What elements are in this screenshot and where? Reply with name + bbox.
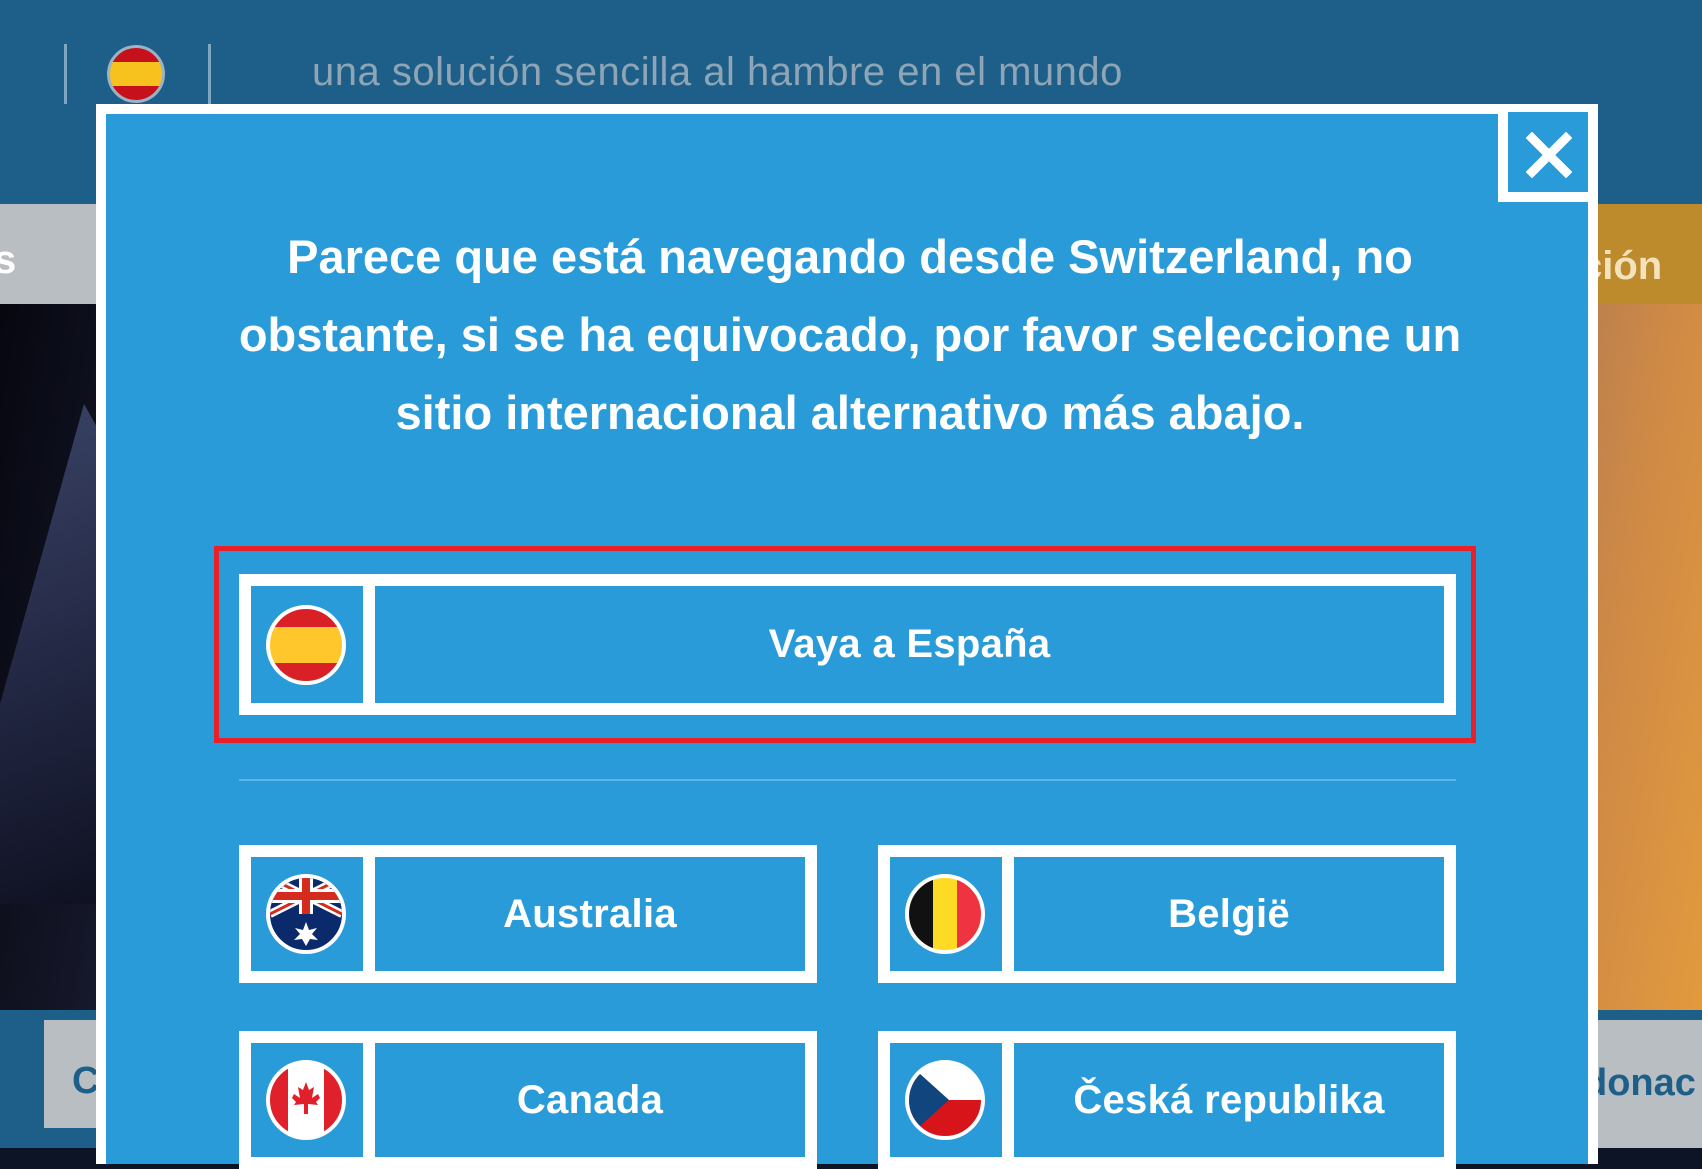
nav-item-partial[interactable]: s bbox=[0, 238, 16, 283]
site-tagline: una solución sencilla al hambre en el mu… bbox=[312, 50, 1123, 94]
canada-flag-icon bbox=[266, 1060, 346, 1140]
flag-cell bbox=[890, 857, 1014, 971]
bottom-right-label: donac bbox=[1590, 1062, 1696, 1104]
flag-cell bbox=[251, 1043, 375, 1157]
location-message: Parece que está navegando desde Switzerl… bbox=[238, 230, 1462, 439]
close-button[interactable] bbox=[1498, 112, 1588, 202]
country-button-czech[interactable]: Česká republika bbox=[878, 1031, 1456, 1169]
flag-cell bbox=[251, 586, 375, 703]
australia-flag-icon bbox=[266, 874, 346, 954]
bottom-right-button[interactable]: donac bbox=[1590, 1020, 1702, 1148]
header-divider bbox=[208, 44, 211, 104]
go-to-spain-label: Vaya a España bbox=[768, 622, 1051, 666]
czech-flag-icon bbox=[905, 1060, 985, 1140]
flag-cell bbox=[251, 857, 375, 971]
spain-flag-icon[interactable] bbox=[107, 45, 165, 103]
close-icon bbox=[1526, 132, 1572, 178]
options-divider bbox=[239, 779, 1456, 781]
country-label: Canada bbox=[516, 1077, 664, 1122]
header-cta-label: ción bbox=[1590, 244, 1663, 288]
belgium-flag-icon bbox=[905, 874, 985, 954]
country-button-belgium[interactable]: België bbox=[878, 845, 1456, 983]
country-button-canada[interactable]: Canada bbox=[239, 1031, 817, 1169]
header-divider bbox=[64, 44, 67, 104]
spain-flag-icon bbox=[266, 604, 346, 685]
flag-cell bbox=[890, 1043, 1014, 1157]
country-label: Australia bbox=[503, 891, 677, 936]
country-label: Česká republika bbox=[1073, 1077, 1385, 1122]
country-button-australia[interactable]: Australia bbox=[239, 845, 817, 983]
country-label: België bbox=[1168, 891, 1290, 936]
go-to-spain-button[interactable]: Vaya a España bbox=[239, 574, 1456, 715]
